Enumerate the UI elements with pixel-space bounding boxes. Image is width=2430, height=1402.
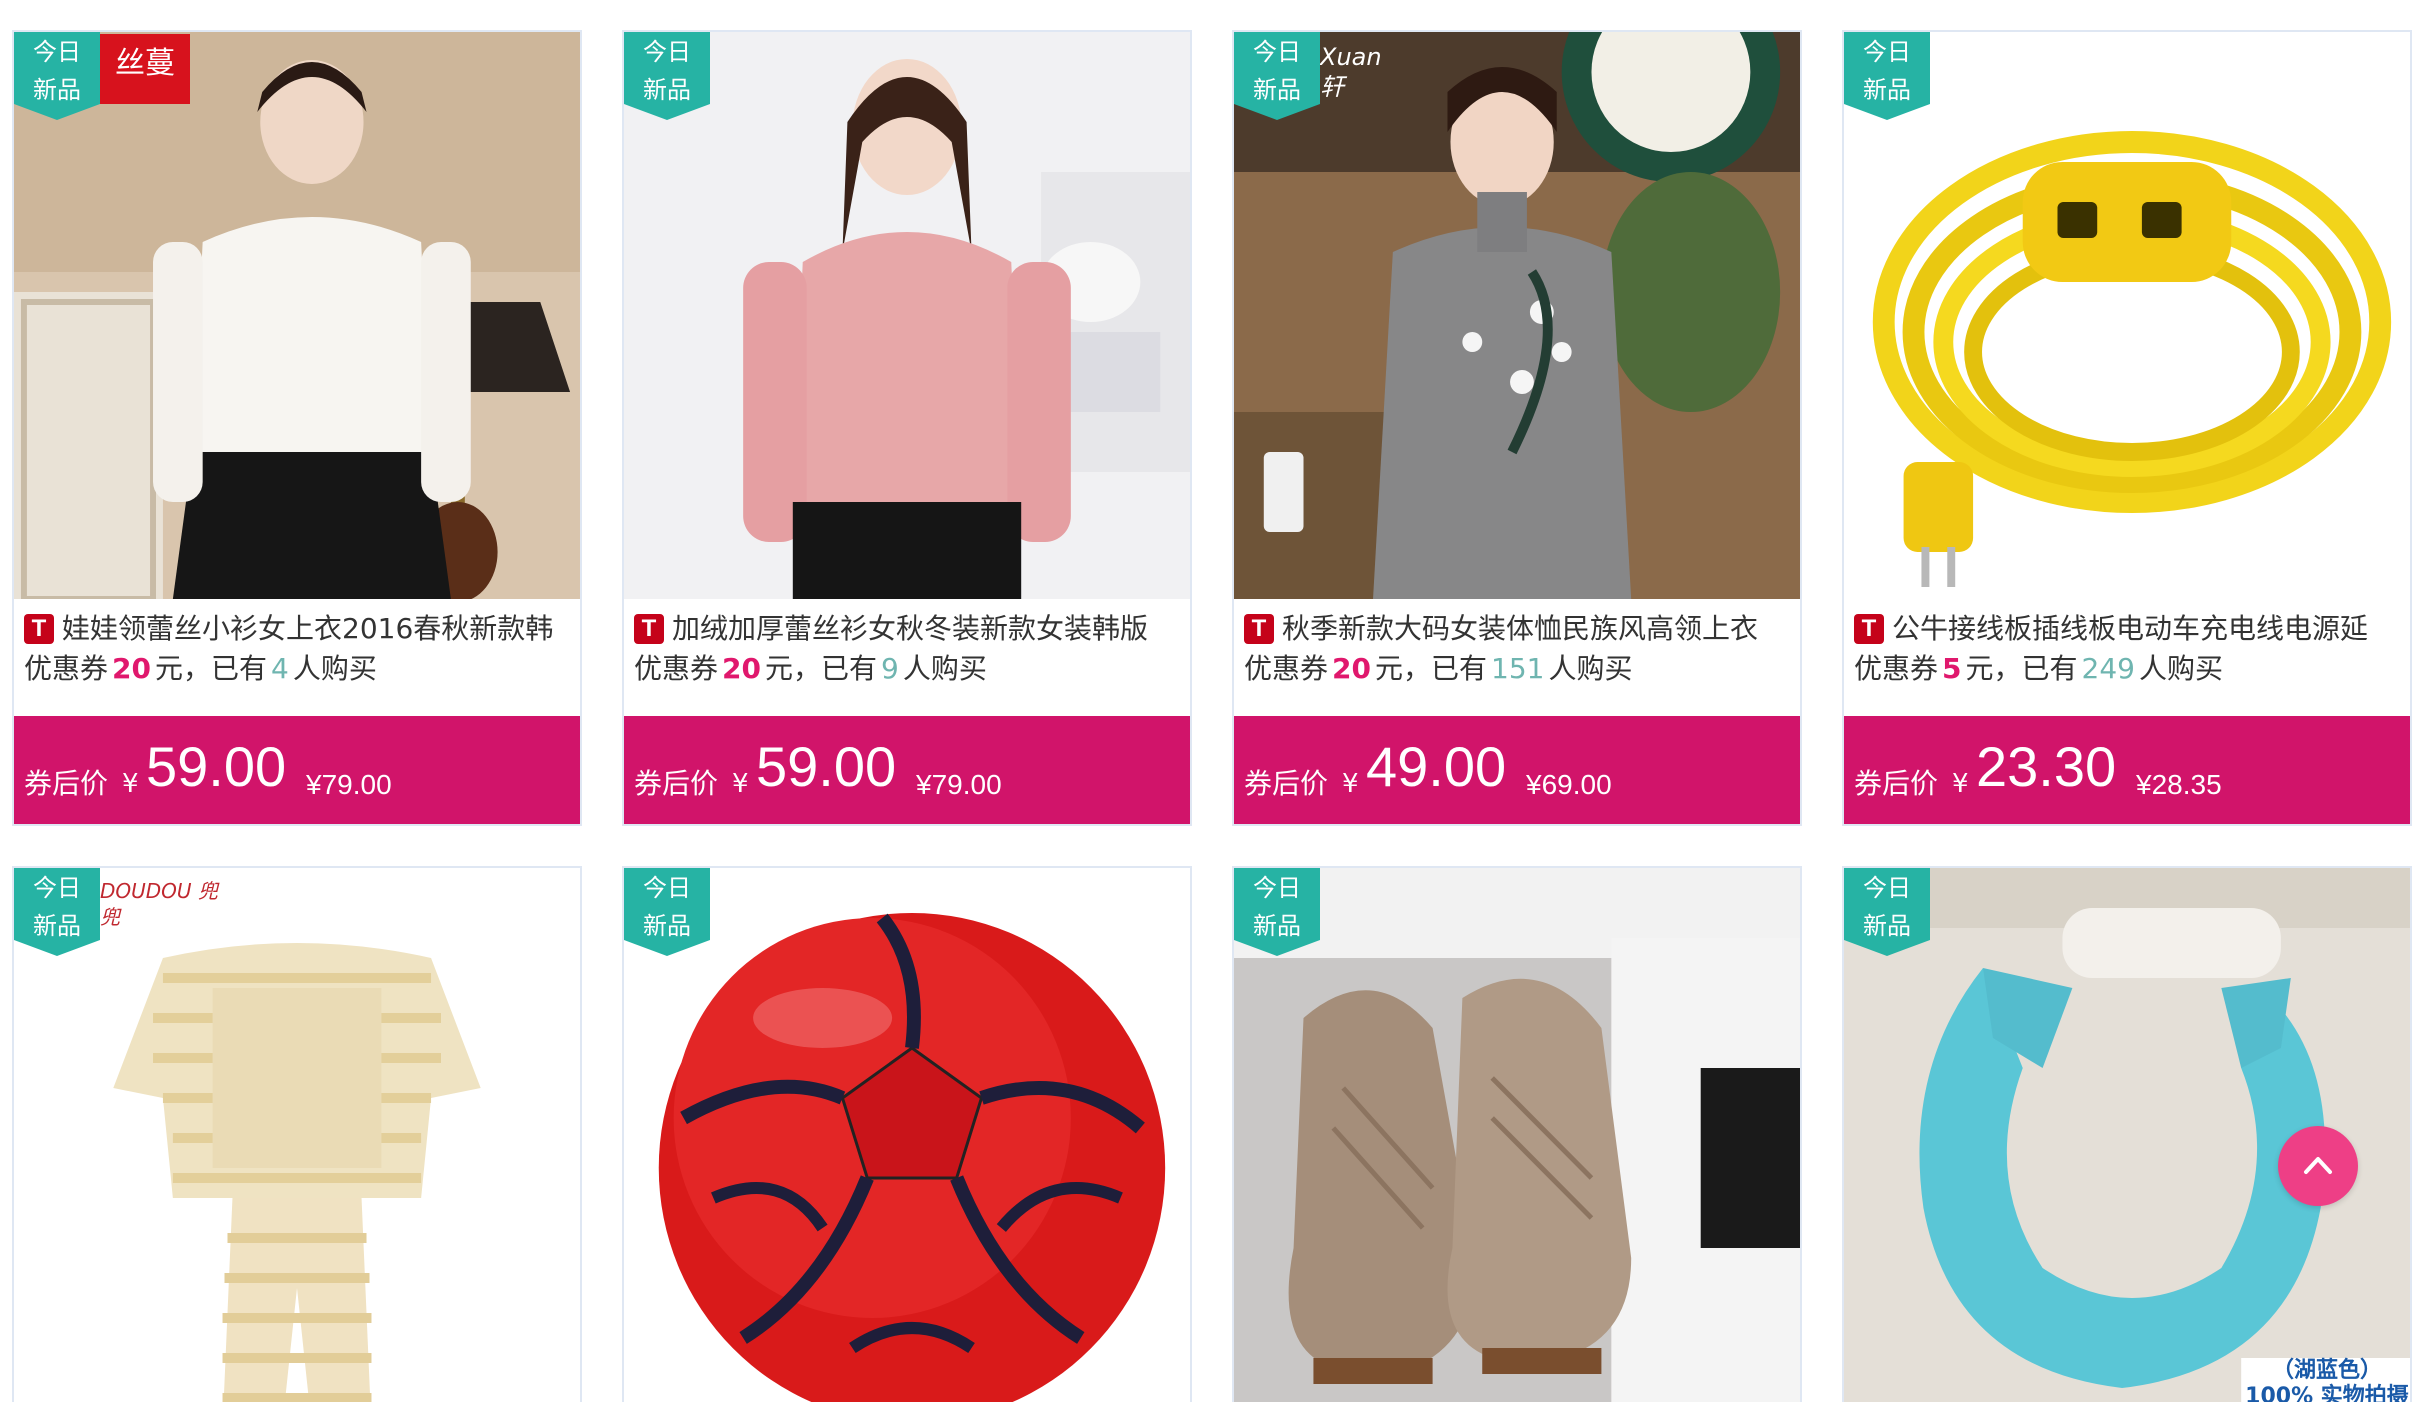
product-card[interactable]: 今日 新品 Xuan 轩 T 秋季新款大码女装体恤民族风高领上衣 优惠券 20 元，已…: [1232, 30, 1802, 826]
tmall-icon: T: [1854, 614, 1884, 644]
buyer-count: 9: [881, 652, 899, 685]
buyer-suffix: 人购买: [292, 652, 377, 685]
original-price-value: 79.00: [931, 769, 1002, 800]
today-new-badge: 今日 新品: [624, 868, 710, 956]
price-bar[interactable]: 券后价 ¥ 59.00 ¥79.00: [14, 716, 580, 824]
buyer-suffix: 人购买: [2138, 652, 2223, 685]
coupon-amount: 5: [1942, 652, 1962, 685]
product-title[interactable]: T 加绒加厚蕾丝衫女秋冬装新款女装韩版: [634, 607, 1184, 651]
coupon-price: 59.00: [756, 735, 897, 798]
today-new-badge: 今日 新品: [14, 32, 100, 120]
coupon-label: 优惠券: [1244, 652, 1329, 685]
price-label: 券后价: [1854, 767, 1939, 800]
coupon-mid-text: 元，已有: [1965, 652, 2078, 685]
price-bar[interactable]: 券后价 ¥ 23.30 ¥28.35: [1844, 716, 2410, 824]
original-price: ¥79.00: [306, 768, 392, 802]
coupon-price: 49.00: [1366, 735, 1507, 798]
currency-symbol: ¥: [1952, 769, 1969, 799]
buyer-count: 151: [1491, 652, 1545, 685]
coupon-amount: 20: [112, 652, 151, 685]
tmall-icon: T: [634, 614, 664, 644]
product-title[interactable]: T 娃娃领蕾丝小衫女上衣2016春秋新款韩: [24, 607, 574, 651]
chevron-up-icon: [2304, 1157, 2332, 1174]
product-card[interactable]: 今日 新品 T 公牛接线板插线板电动车充电线电源延 优惠券 5 元，已有 249 人购买 …: [1842, 30, 2412, 826]
brand-logo: DOUDOU 兜兜: [100, 879, 218, 929]
price-label: 券后价: [634, 767, 719, 800]
currency-symbol: ¥: [1342, 769, 1359, 799]
price-bar[interactable]: 券后价 ¥ 59.00 ¥79.00: [624, 716, 1190, 824]
product-card[interactable]: 今日 新品 丝蔓 T 娃娃领蕾丝小衫女上衣2016春秋新款韩 优惠券 20 元，已有 4…: [12, 30, 582, 826]
coupon-mid-text: 元，已有: [1374, 652, 1487, 685]
product-card[interactable]: 今日 新品: [622, 866, 1192, 1402]
coupon-info: 优惠券 20 元，已有 9 人购买: [634, 647, 1184, 691]
product-grid-page: 今日 新品 丝蔓 T 娃娃领蕾丝小衫女上衣2016春秋新款韩 优惠券 20 元，已有 4…: [0, 0, 2430, 1402]
coupon-label: 优惠券: [24, 652, 109, 685]
brand-logo: 丝蔓: [100, 34, 190, 104]
tmall-icon: T: [1244, 614, 1274, 644]
today-new-badge: 今日 新品: [624, 32, 710, 120]
coupon-label: 优惠券: [634, 652, 719, 685]
original-price-value: 28.35: [2151, 769, 2222, 800]
product-card[interactable]: 今日 新品 DOUDOU 兜兜: [12, 866, 582, 1402]
product-title-text: 秋季新款大码女装体恤民族风高领上衣: [1282, 612, 1759, 645]
today-new-badge: 今日 新品: [1234, 32, 1320, 120]
original-currency: ¥: [1526, 769, 1542, 800]
product-title[interactable]: T 秋季新款大码女装体恤民族风高领上衣: [1244, 607, 1794, 651]
coupon-mid-text: 元，已有: [764, 652, 877, 685]
product-card[interactable]: 今日 新品 T 加绒加厚蕾丝衫女秋冬装新款女装韩版 优惠券 20 元，已有 9 人购买 券…: [622, 30, 1192, 826]
today-new-badge: 今日 新品: [1844, 868, 1930, 956]
brand-logo: Xuan 轩: [1320, 43, 1382, 101]
product-card[interactable]: 今日 新品: [1232, 866, 1802, 1402]
coupon-mid-text: 元，已有: [154, 652, 267, 685]
back-to-top-button[interactable]: [2278, 1126, 2358, 1206]
price-label: 券后价: [24, 767, 109, 800]
today-new-badge: 今日 新品: [14, 868, 100, 956]
original-price: ¥79.00: [916, 768, 1002, 802]
original-currency: ¥: [2136, 769, 2152, 800]
coupon-price: 59.00: [146, 735, 287, 798]
coupon-amount: 20: [722, 652, 761, 685]
product-title-text: 娃娃领蕾丝小衫女上衣2016春秋新款韩: [62, 612, 554, 645]
coupon-price: 23.30: [1976, 735, 2117, 798]
buyer-suffix: 人购买: [902, 652, 987, 685]
buyer-count: 4: [271, 652, 289, 685]
original-price: ¥28.35: [2136, 768, 2222, 802]
currency-symbol: ¥: [732, 769, 749, 799]
tmall-icon: T: [24, 614, 54, 644]
price-label: 券后价: [1244, 767, 1329, 800]
today-new-badge: 今日 新品: [1844, 32, 1930, 120]
original-price-value: 79.00: [321, 769, 392, 800]
coupon-label: 优惠券: [1854, 652, 1939, 685]
original-price-value: 69.00: [1541, 769, 1612, 800]
photo-caption: （湖蓝色） 100% 实物拍摄: [2245, 1358, 2409, 1402]
original-currency: ¥: [306, 769, 322, 800]
buyer-suffix: 人购买: [1548, 652, 1633, 685]
product-title-text: 公牛接线板插线板电动车充电线电源延: [1892, 612, 2369, 645]
coupon-info: 优惠券 5 元，已有 249 人购买: [1854, 647, 2404, 691]
coupon-info: 优惠券 20 元，已有 151 人购买: [1244, 647, 1794, 691]
product-title-text: 加绒加厚蕾丝衫女秋冬装新款女装韩版: [672, 612, 1149, 645]
price-bar[interactable]: 券后价 ¥ 49.00 ¥69.00: [1234, 716, 1800, 824]
buyer-count: 249: [2081, 652, 2135, 685]
coupon-info: 优惠券 20 元，已有 4 人购买: [24, 647, 574, 691]
original-currency: ¥: [916, 769, 932, 800]
today-new-badge: 今日 新品: [1234, 868, 1320, 956]
original-price: ¥69.00: [1526, 768, 1612, 802]
product-title[interactable]: T 公牛接线板插线板电动车充电线电源延: [1854, 607, 2404, 651]
coupon-amount: 20: [1332, 652, 1371, 685]
currency-symbol: ¥: [122, 769, 139, 799]
